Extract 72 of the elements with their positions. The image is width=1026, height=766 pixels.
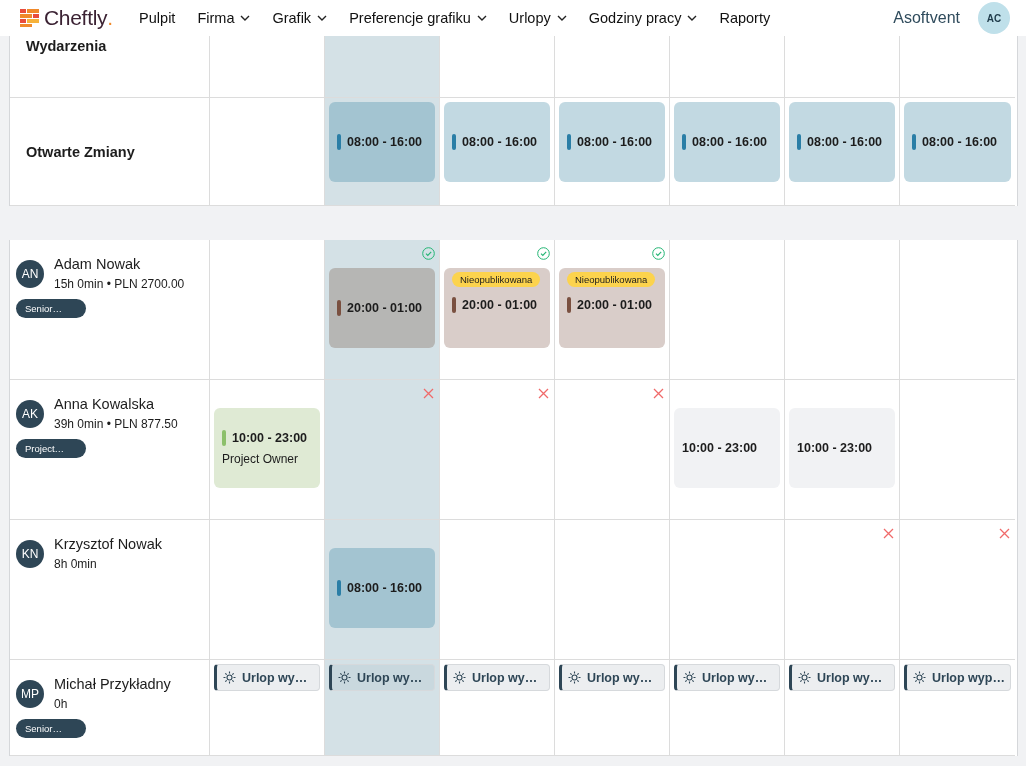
brand-mark: .: [107, 6, 114, 30]
shift-card[interactable]: 08:00 - 16:00: [789, 102, 895, 182]
shift-time: 08:00 - 16:00: [462, 135, 538, 149]
leave-chip[interactable]: Urlop wy…: [674, 664, 780, 691]
brand-name: Cheftly: [44, 6, 108, 30]
sun-icon: [223, 671, 236, 684]
employee-name: Adam Nowak: [54, 256, 142, 272]
sun-icon: [338, 671, 351, 684]
hours-summary: 0h: [54, 697, 69, 711]
company-name: Asoftvent: [893, 9, 960, 27]
shift-time: 08:00 - 16:00: [577, 135, 653, 149]
shift-time: 08:00 - 16:00: [807, 135, 883, 149]
leave-chip[interactable]: Urlop wy…: [559, 664, 665, 691]
role-tag: Senior…: [16, 719, 86, 738]
leave-chip[interactable]: Urlop wy…: [444, 664, 550, 691]
shift-card[interactable]: Nieopublikowana 20:00 - 01:00: [559, 268, 665, 348]
sun-icon: [798, 671, 811, 684]
nav-item[interactable]: Preferencje grafiku: [349, 10, 487, 26]
shift-card[interactable]: 08:00 - 16:00: [329, 548, 435, 628]
shift-card[interactable]: 10:00 - 23:00: [789, 408, 895, 488]
avatar: MP: [16, 680, 44, 708]
sun-icon: [913, 671, 926, 684]
shift-card[interactable]: 08:00 - 16:00: [559, 102, 665, 182]
shift-time: 10:00 - 23:00: [682, 441, 758, 455]
sun-icon: [453, 671, 466, 684]
role-tag: Project…: [16, 439, 86, 458]
logo-icon: [20, 9, 40, 27]
hours-summary: 39h 0min • PLN 877.50: [54, 417, 178, 431]
leave-chip[interactable]: Urlop wy…: [789, 664, 895, 691]
shift-card[interactable]: 20:00 - 01:00: [329, 268, 435, 348]
status-badge: Nieopublikowana: [452, 272, 541, 287]
row-label: Wydarzenia: [26, 38, 108, 54]
hours-summary: 15h 0min • PLN 2700.00: [54, 277, 185, 291]
shift-time: 08:00 - 16:00: [347, 135, 423, 149]
shift-time: 08:00 - 16:00: [922, 135, 998, 149]
shift-card[interactable]: Nieopublikowana 20:00 - 01:00: [444, 268, 550, 348]
shift-time: 08:00 - 16:00: [692, 135, 768, 149]
hours-summary: 8h 0min: [54, 557, 98, 571]
employee-name: Michał Przykładny: [54, 676, 171, 692]
shift-time: 20:00 - 01:00: [462, 298, 538, 312]
row-label: Otwarte Zmiany: [26, 143, 136, 160]
leave-chip[interactable]: Urlop wyp…: [904, 664, 1011, 691]
account-avatar[interactable]: AC: [978, 2, 1010, 34]
shift-time: 20:00 - 01:00: [577, 298, 653, 312]
shift-time: 08:00 - 16:00: [347, 581, 423, 595]
shift-role: Project Owner: [222, 452, 300, 466]
role-tag: Senior…: [16, 299, 86, 318]
shift-card[interactable]: 08:00 - 16:00: [674, 102, 780, 182]
shift-card[interactable]: 08:00 - 16:00: [329, 102, 435, 182]
shift-time: 10:00 - 23:00: [232, 431, 308, 445]
shift-time: 10:00 - 23:00: [797, 441, 873, 455]
nav-item[interactable]: Urlopy: [508, 10, 567, 26]
nav-item[interactable]: Firma: [197, 10, 251, 26]
shift-card[interactable]: 10:00 - 23:00 Project Owner: [214, 408, 320, 488]
status-badge: Nieopublikowana: [567, 272, 656, 287]
avatar: AK: [16, 400, 44, 428]
nav-item[interactable]: Raporty: [719, 10, 771, 26]
leave-chip[interactable]: Urlop wy…: [329, 664, 435, 691]
sun-icon: [683, 671, 696, 684]
avatar: AN: [16, 260, 44, 288]
sun-icon: [568, 671, 581, 684]
shift-card[interactable]: 08:00 - 16:00: [444, 102, 550, 182]
nav-item[interactable]: Grafik: [272, 10, 328, 26]
employee-name: Krzysztof Nowak: [54, 536, 162, 552]
shift-card[interactable]: 10:00 - 23:00: [674, 408, 780, 488]
nav-item[interactable]: Godziny pracy: [588, 10, 698, 26]
avatar: KN: [16, 540, 44, 568]
employee-name: Anna Kowalska: [54, 396, 155, 412]
shift-card[interactable]: 08:00 - 16:00: [904, 102, 1011, 182]
shift-time: 20:00 - 01:00: [347, 301, 423, 315]
leave-chip[interactable]: Urlop wy…: [214, 664, 320, 691]
nav-item[interactable]: Pulpit: [139, 10, 176, 26]
